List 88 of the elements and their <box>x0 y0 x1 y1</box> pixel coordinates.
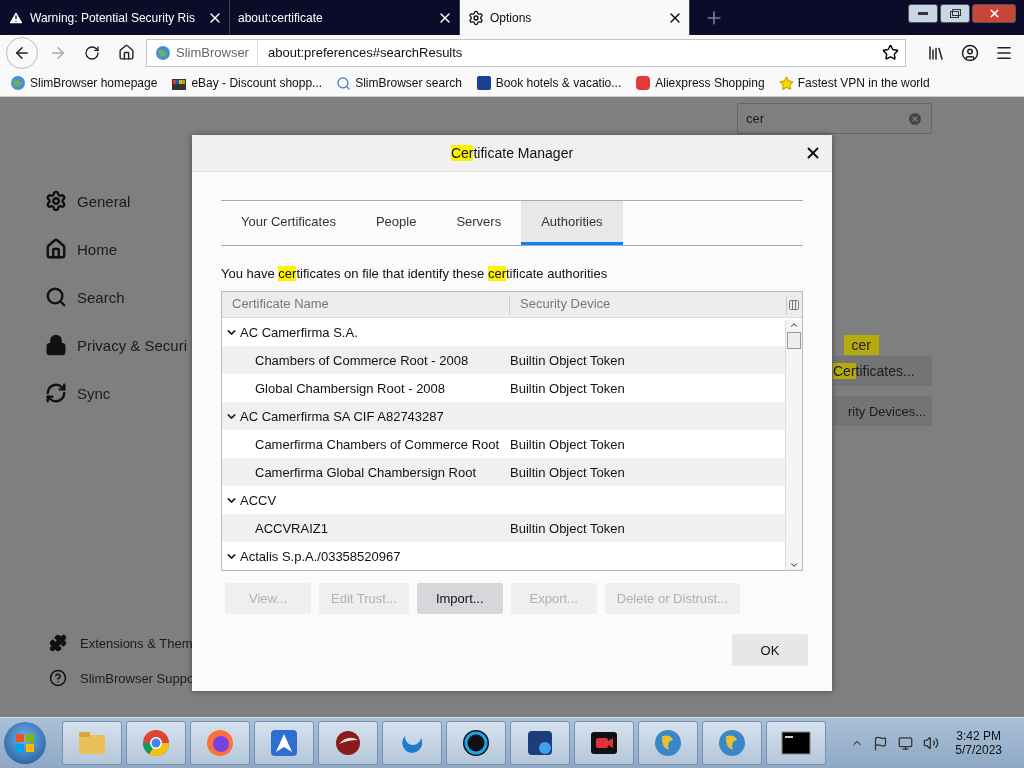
flag-icon[interactable] <box>873 735 889 751</box>
bookmark-link[interactable]: Fastest VPN in the world <box>797 76 930 90</box>
dialog-tab[interactable]: Servers <box>436 201 522 245</box>
sync-icon <box>45 382 67 404</box>
browser-tab[interactable]: Options <box>460 0 690 35</box>
tree-row[interactable]: Chambers of Commerce Root - 2008 Builtin Object Token <box>222 346 787 374</box>
certificate-name[interactable]: Chambers of Commerce Root - 2008 <box>255 352 510 368</box>
scrollbar-thumb[interactable] <box>787 332 801 349</box>
minimize-icon <box>918 11 928 16</box>
clock-date[interactable]: 5/7/2023 <box>955 743 1002 757</box>
volume-icon[interactable] <box>923 735 940 751</box>
tree-group[interactable]: AC Camerfirma SA CIF A82743287 <box>222 408 444 424</box>
bookmark-link[interactable]: Book hotels & vacatio... <box>495 76 622 90</box>
restore-icon <box>949 9 961 18</box>
column-picker-icon[interactable] <box>788 298 802 311</box>
magnifier-icon <box>336 75 352 91</box>
category-label[interactable]: General <box>77 192 131 210</box>
dialog-tab[interactable]: Authorities <box>521 201 623 245</box>
tree-row[interactable]: ACCV <box>222 486 787 514</box>
scroll-down-icon[interactable] <box>789 560 799 570</box>
category-label[interactable]: Privacy & Securi <box>77 336 188 354</box>
ball-icon[interactable] <box>333 728 363 758</box>
action-button[interactable]: Import... <box>416 583 503 614</box>
certificate-name[interactable]: ACCVRAIZ1 <box>255 520 510 536</box>
tree-row[interactable]: Actalis S.p.A./03358520967 <box>222 542 787 570</box>
tree-row[interactable]: Global Chambersign Root - 2008 Builtin Object Token <box>222 374 787 402</box>
category-label[interactable]: Search <box>77 288 125 306</box>
category-label[interactable]: Sync <box>77 384 111 402</box>
globe-icon[interactable] <box>717 728 747 758</box>
bookmark-link[interactable]: SlimBrowser search <box>355 76 462 90</box>
tree-group[interactable]: AC Camerfirma S.A. <box>222 324 358 340</box>
tree-row[interactable]: ACCVRAIZ1 Builtin Object Token <box>222 514 787 542</box>
footer-link[interactable]: Extensions & Them <box>80 635 193 651</box>
puzzle-icon <box>49 634 67 652</box>
security-devices-button[interactable]: rity Devices... <box>833 396 932 426</box>
security-device: Builtin Object Token <box>510 464 625 480</box>
security-device: Builtin Object Token <box>510 436 625 452</box>
bookmark-link[interactable]: Aliexpress Shopping <box>655 76 765 90</box>
url-field[interactable]: SlimBrowser about:preferences#searchResults <box>146 38 906 67</box>
lock-icon <box>45 334 67 356</box>
chrome-icon[interactable] <box>141 728 171 758</box>
identity-label: SlimBrowser <box>176 45 249 60</box>
warning-icon <box>8 9 24 26</box>
bookmark-link[interactable]: SlimBrowser homepage <box>30 76 158 90</box>
ok-button[interactable]: OK <box>732 634 808 666</box>
certificate-name[interactable]: Global Chambersign Root - 2008 <box>255 380 510 396</box>
home-icon <box>45 238 67 260</box>
search-field[interactable]: cer <box>737 103 932 134</box>
globe-icon[interactable] <box>653 728 683 758</box>
bookmark-link[interactable]: eBay - Discount shopp... <box>191 76 323 90</box>
security-device: Builtin Object Token <box>510 520 625 536</box>
scrollbar[interactable] <box>785 320 802 570</box>
clock-time[interactable]: 3:42 PM <box>956 729 1001 743</box>
search-highlight-tooltip: cer <box>843 335 879 355</box>
certificate-name[interactable]: Camerfirma Chambers of Commerce Root <box>255 436 510 452</box>
tree-row[interactable]: Camerfirma Chambers of Commerce Root Builtin Object Token <box>222 430 787 458</box>
security-device: Builtin Object Token <box>510 380 625 396</box>
certificate-name[interactable]: Camerfirma Global Chambersign Root <box>255 464 510 480</box>
gear-icon <box>45 190 67 212</box>
tree-row[interactable]: Camerfirma Global Chambersign Root Builtin Object Token <box>222 458 787 486</box>
arrow-app-icon[interactable] <box>269 728 299 758</box>
dialog-tab[interactable]: Your Certificates <box>221 201 356 245</box>
star-icon <box>778 75 794 91</box>
globe-icon <box>155 44 171 61</box>
network-icon[interactable] <box>898 735 914 751</box>
tree-row[interactable]: AC Camerfirma SA CIF A82743287 <box>222 402 787 430</box>
column-header[interactable]: Certificate Name <box>222 295 510 314</box>
start-button[interactable] <box>4 722 46 764</box>
close-icon <box>987 7 1001 20</box>
terminal-icon[interactable] <box>781 728 811 758</box>
tree-row[interactable]: AC Camerfirma S.A. <box>222 318 787 346</box>
close-button[interactable] <box>972 4 1016 23</box>
column-header[interactable]: Security Device <box>510 295 787 314</box>
category-label[interactable]: Home <box>77 240 117 258</box>
clear-icon[interactable] <box>907 110 923 127</box>
tree-group[interactable]: Actalis S.p.A./03358520967 <box>222 548 401 564</box>
scroll-up-icon[interactable] <box>789 320 799 330</box>
minimize-button[interactable] <box>908 4 938 23</box>
dialog-tab[interactable]: People <box>355 201 437 245</box>
help-icon <box>49 669 67 687</box>
tree-group[interactable]: ACCV <box>222 492 277 508</box>
globe-icon <box>10 75 26 91</box>
search-icon <box>45 286 67 308</box>
star-icon[interactable] <box>882 44 899 61</box>
gear-icon <box>468 9 484 26</box>
windows-logo <box>15 733 35 753</box>
security-device: Builtin Object Token <box>510 352 625 368</box>
restore-button[interactable] <box>940 4 970 23</box>
